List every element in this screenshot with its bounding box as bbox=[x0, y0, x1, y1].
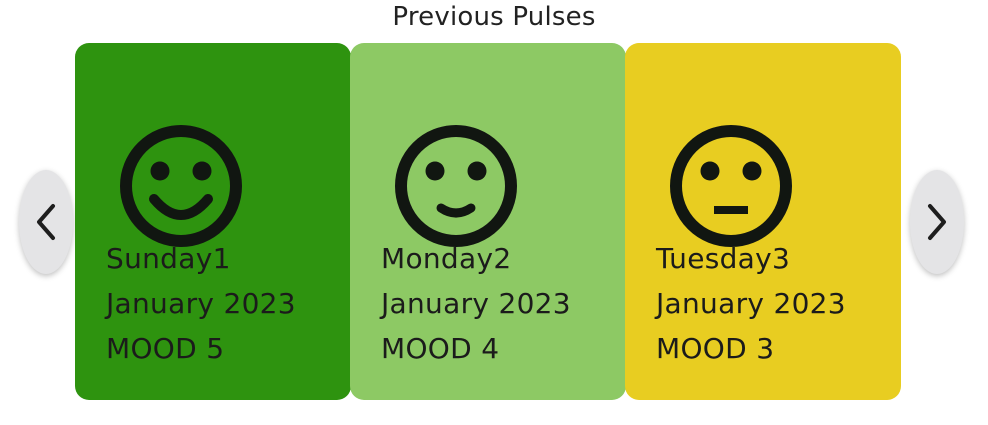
card-day: Tuesday3 bbox=[656, 242, 791, 275]
chevron-left-icon bbox=[37, 204, 55, 240]
neutral-face-icon bbox=[670, 125, 792, 247]
section-title: Previous Pulses bbox=[392, 2, 596, 32]
card-mood: MOOD 4 bbox=[381, 332, 500, 365]
pulse-card-sunday[interactable]: Sunday1 January 2023 MOOD 5 bbox=[75, 43, 351, 400]
card-month-year: January 2023 bbox=[381, 287, 571, 320]
previous-button[interactable] bbox=[19, 170, 73, 274]
pulse-card-text: Monday2 January 2023 MOOD 4 bbox=[381, 236, 571, 371]
small-smile-face-icon bbox=[395, 125, 517, 247]
card-mood: MOOD 3 bbox=[656, 332, 775, 365]
big-smile-face-icon bbox=[120, 125, 242, 247]
card-day: Monday2 bbox=[381, 242, 512, 275]
pulse-card-list: Sunday1 January 2023 MOOD 5 Monday2 Janu… bbox=[75, 43, 902, 400]
pulse-card-monday[interactable]: Monday2 January 2023 MOOD 4 bbox=[350, 43, 626, 400]
next-button[interactable] bbox=[910, 170, 964, 274]
card-month-year: January 2023 bbox=[106, 287, 296, 320]
chevron-right-icon bbox=[928, 204, 946, 240]
card-month-year: January 2023 bbox=[656, 287, 846, 320]
card-mood: MOOD 5 bbox=[106, 332, 225, 365]
card-day: Sunday1 bbox=[106, 242, 231, 275]
pulse-card-text: Sunday1 January 2023 MOOD 5 bbox=[106, 236, 296, 371]
pulse-card-text: Tuesday3 January 2023 MOOD 3 bbox=[656, 236, 846, 371]
pulse-card-tuesday[interactable]: Tuesday3 January 2023 MOOD 3 bbox=[625, 43, 901, 400]
previous-pulses-carousel: Previous Pulses Sunday1 January 2023 MOO… bbox=[0, 0, 988, 425]
